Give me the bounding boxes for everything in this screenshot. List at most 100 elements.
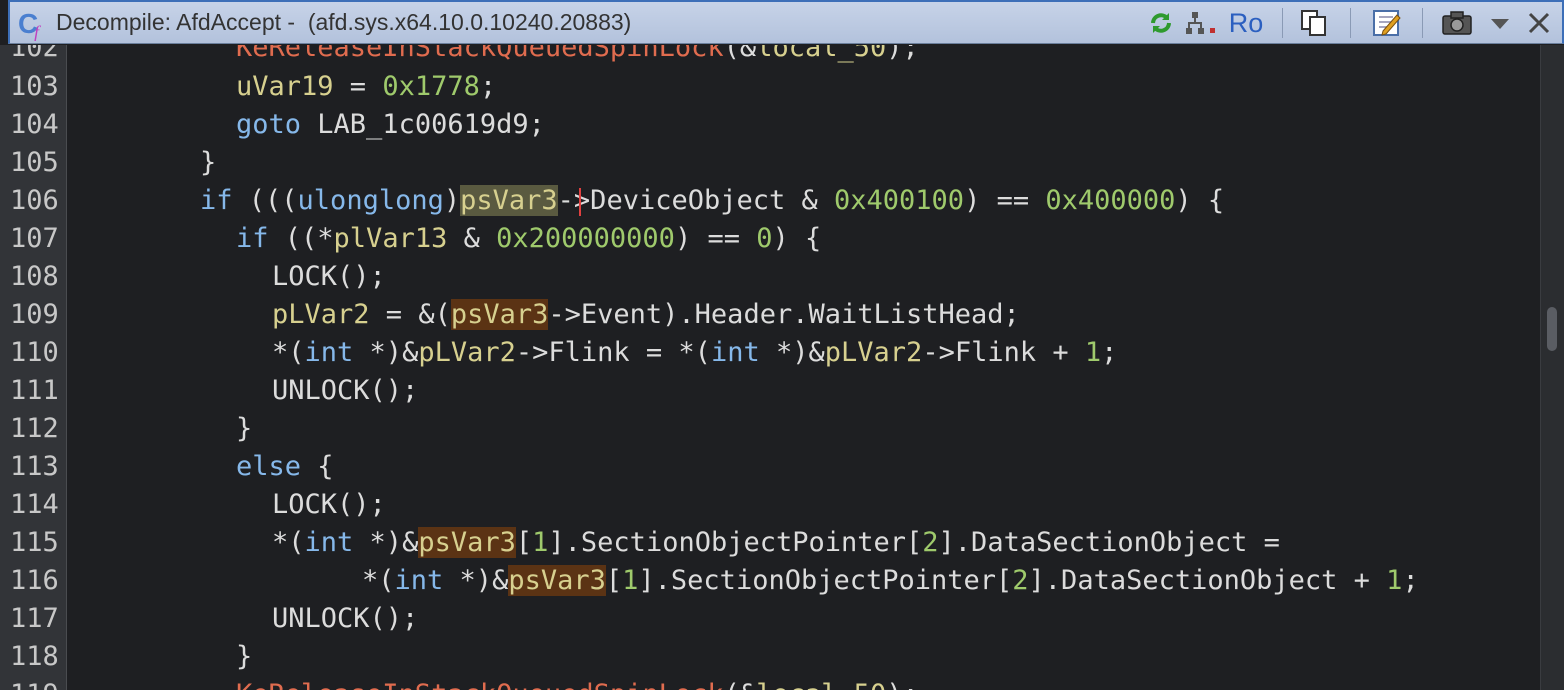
text-cursor	[579, 188, 581, 216]
function-call[interactable]: LOCK();	[272, 489, 386, 520]
code-token: }	[236, 413, 253, 444]
variable-highlighted[interactable]: psVar3	[418, 527, 516, 558]
variable[interactable]: uVar19	[236, 71, 334, 102]
line-number: 103	[10, 71, 59, 102]
code-token: ) ==	[674, 223, 757, 254]
decompiled-code-view[interactable]: KeReleaseInStackQueuedSpinLock(&local_50…	[67, 45, 1540, 690]
graph-button[interactable]	[1182, 6, 1222, 40]
variable[interactable]: pLVar2	[825, 337, 923, 368]
code-line[interactable]: else {	[236, 448, 334, 486]
code-token: ].DataSectionObject =	[938, 527, 1280, 558]
code-token: *)&	[443, 565, 509, 596]
scrollbar-thumb[interactable]	[1547, 307, 1557, 351]
window-title-bar[interactable]: C f Decompile: AfdAccept - (afd.sys.x64.…	[8, 0, 1564, 44]
variable-highlighted[interactable]: psVar3	[450, 299, 549, 330]
function-call[interactable]: UNLOCK();	[272, 603, 418, 634]
code-token: [	[515, 527, 533, 558]
variable[interactable]: pLVar2	[418, 337, 516, 368]
code-token: ->Event).Header.WaitListHead;	[548, 299, 1020, 330]
type-name[interactable]: int	[305, 337, 354, 368]
code-line[interactable]: LOCK();	[272, 486, 386, 524]
function-graph-icon	[1186, 12, 1215, 34]
svg-text:f: f	[34, 22, 42, 41]
code-line[interactable]: uVar19 = 0x1778;	[236, 68, 496, 106]
keyword: else	[236, 451, 302, 482]
code-line[interactable]: UNLOCK();	[272, 372, 418, 410]
line-number: 119	[10, 676, 59, 690]
toolbar-separator	[1350, 8, 1351, 38]
keyword: if	[236, 223, 269, 254]
code-line[interactable]: *(int *)&pLVar2->Flink = *(int *)&pLVar2…	[272, 334, 1117, 372]
line-number: 105	[10, 147, 59, 178]
type-name[interactable]: int	[711, 337, 760, 368]
variable-highlighted[interactable]: psVar3	[508, 565, 606, 596]
function-name[interactable]: KeReleaseInStackQueuedSpinLock	[236, 679, 724, 690]
code-line[interactable]: LOCK();	[272, 258, 386, 296]
label-reference[interactable]: LAB_1c00619d9;	[301, 109, 545, 140]
code-line[interactable]: *(int *)&psVar3[1].SectionObjectPointer[…	[362, 562, 1419, 600]
refresh-button[interactable]	[1144, 6, 1178, 40]
line-number: 118	[10, 641, 59, 672]
function-call[interactable]: UNLOCK();	[272, 375, 418, 406]
variable[interactable]: local_50	[756, 45, 886, 63]
code-token: *(	[362, 565, 395, 596]
number-literal: 2	[1012, 565, 1029, 596]
code-token: [	[605, 565, 623, 596]
toolbar-separator	[1282, 8, 1283, 38]
type-name[interactable]: int	[395, 565, 444, 596]
variable[interactable]: local_50	[756, 679, 886, 690]
code-token: ;	[479, 71, 497, 102]
menu-dropdown-button[interactable]	[1484, 6, 1516, 40]
code-line[interactable]: if ((*plVar13 & 0x200000000) == 0) {	[236, 220, 821, 258]
code-token: = &(	[369, 299, 451, 330]
camera-icon	[1442, 11, 1472, 35]
code-line[interactable]: }	[200, 144, 216, 182]
code-token: *(	[272, 337, 305, 368]
variable-selected[interactable]: psVar3	[460, 185, 558, 216]
code-token: )	[443, 185, 461, 216]
snapshot-button[interactable]	[1434, 6, 1480, 40]
close-icon	[1528, 12, 1550, 34]
line-number: 117	[10, 603, 59, 634]
code-token: );	[886, 45, 919, 63]
variable[interactable]: plVar13	[334, 223, 448, 254]
code-line[interactable]: *(int *)&psVar3[1].SectionObjectPointer[…	[272, 524, 1280, 562]
code-token: *)&	[353, 337, 419, 368]
number-literal: 0x400000	[1045, 185, 1176, 216]
keyword: goto	[236, 109, 302, 140]
code-line[interactable]: pLVar2 = &(psVar3->Event).Header.WaitLis…	[272, 296, 1020, 334]
edit-button[interactable]	[1366, 6, 1408, 40]
vertical-scrollbar[interactable]	[1540, 45, 1564, 690]
line-number: 113	[10, 451, 59, 482]
code-token: *)&	[759, 337, 825, 368]
function-name[interactable]: KeReleaseInStackQueuedSpinLock	[236, 45, 724, 63]
type-name[interactable]: int	[305, 527, 354, 558]
code-line[interactable]: KeReleaseInStackQueuedSpinLock(&local_50…	[236, 676, 919, 690]
line-number: 107	[10, 223, 59, 254]
line-number: 108	[10, 261, 59, 292]
code-line[interactable]: goto LAB_1c00619d9;	[236, 106, 545, 144]
code-token: ) ==	[964, 185, 1046, 216]
line-number: 109	[10, 299, 59, 330]
line-number: 106	[10, 185, 59, 216]
line-number: 102	[10, 45, 59, 63]
copy-icon	[1301, 10, 1326, 36]
code-line[interactable]: UNLOCK();	[272, 600, 418, 638]
close-button[interactable]	[1522, 6, 1556, 40]
code-line[interactable]: }	[236, 638, 252, 676]
read-only-button[interactable]: Ro	[1224, 6, 1268, 40]
line-number-gutter: 102 103 104 105 106 107 108 109 110 111 …	[0, 45, 67, 690]
code-token: =	[333, 71, 383, 102]
code-line[interactable]: if (((ulonglong)psVar3->DeviceObject & 0…	[200, 182, 1224, 220]
copy-button[interactable]	[1294, 6, 1334, 40]
code-token: ) {	[1175, 185, 1225, 216]
function-call[interactable]: LOCK();	[272, 261, 386, 292]
code-line[interactable]: KeReleaseInStackQueuedSpinLock(&local_50…	[236, 45, 919, 67]
code-token: ].DataSectionObject +	[1028, 565, 1387, 596]
number-literal: 0x1778	[382, 71, 480, 102]
type-name[interactable]: ulonglong	[298, 185, 444, 216]
code-token: ->Flink +	[922, 337, 1085, 368]
code-token: ((*	[268, 223, 334, 254]
variable[interactable]: pLVar2	[272, 299, 370, 330]
code-line[interactable]: }	[236, 410, 252, 448]
